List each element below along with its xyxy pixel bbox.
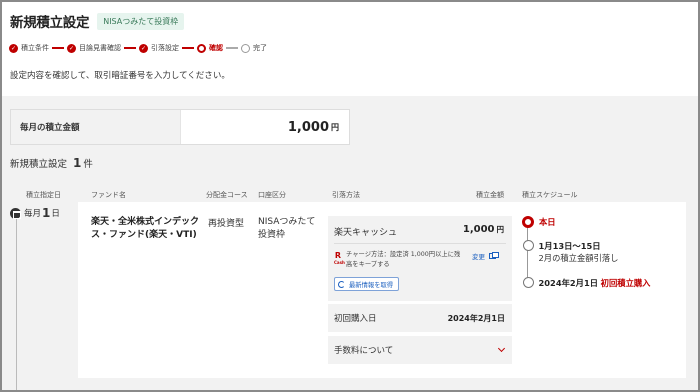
- day-suffix: 日: [51, 209, 60, 219]
- col-course: 分配金コース: [206, 191, 248, 199]
- col-day: 積立指定日: [26, 191, 61, 199]
- step-connector: [226, 47, 238, 49]
- current-step-icon: [197, 43, 206, 53]
- change-charge-link[interactable]: 変更: [472, 251, 499, 261]
- col-method: 引落方法: [332, 191, 360, 199]
- schedule-first-label: 初回積立購入: [600, 278, 651, 288]
- main-content: 毎月の積立金額 1,000 円 新規積立設定 1 件 積立指定日 ファンド名 分…: [2, 96, 698, 390]
- day-cell: 毎月 1 日: [10, 206, 60, 220]
- monthly-amount-label: 毎月の積立金額: [11, 110, 181, 144]
- count-number: 1: [73, 156, 82, 170]
- pending-step-icon: [241, 43, 250, 53]
- payment-method-box: 楽天キャッシュ 1,000 円 R Cash チャージ方法：設定済 1,000円…: [328, 216, 512, 301]
- schedule-first-purchase: 2024年2月1日 初回積立購入: [522, 277, 650, 289]
- step-label: 引落設定: [151, 44, 179, 52]
- rakuten-cash-logo-icon: R Cash: [334, 251, 345, 265]
- change-label: 変更: [472, 253, 485, 261]
- fund-name: 楽天・全米株式インデックス・ファンド(楽天・VTI): [91, 217, 200, 240]
- refresh-label: 最新情報を取得: [349, 281, 394, 289]
- monthly-amount-value: 1,000 円: [181, 110, 349, 144]
- payment-amount-unit: 円: [496, 225, 505, 234]
- schedule-first-date: 2024年2月1日: [538, 278, 599, 288]
- day-number: 1: [42, 206, 51, 220]
- charge-method-text: チャージ方法：設定済 1,000円以上に残高をキープする: [346, 251, 461, 268]
- row-timeline: [16, 214, 17, 390]
- col-schedule: 積立スケジュール: [522, 191, 578, 199]
- divider: [334, 243, 506, 244]
- app-frame: 新規積立設定 NISAつみたて投資枠 ✓ 積立条件 ✓ 目論見書確認 ✓ 引落設…: [2, 2, 698, 390]
- count-prefix: 新規積立設定: [10, 159, 68, 170]
- monthly-amount-unit: 円: [331, 122, 339, 132]
- payment-method-name: 楽天キャッシュ: [334, 228, 398, 238]
- check-icon: ✓: [67, 43, 76, 53]
- col-amount: 積立金額: [476, 191, 504, 199]
- schedule-point-icon: [522, 277, 534, 288]
- current-point-icon: [522, 216, 534, 228]
- schedule-range-note: 2月の積立金額引落し: [538, 253, 619, 263]
- refresh-icon: [338, 280, 345, 288]
- progress-steps: ✓ 積立条件 ✓ 目論見書確認 ✓ 引落設定 確認 完了: [9, 43, 267, 53]
- day-prefix: 毎月: [24, 209, 42, 219]
- calendar-icon: [10, 207, 21, 219]
- schedule-withdrawal: 1月13日〜15日 2月の積立金額引落し: [522, 240, 618, 264]
- step-label: 目論見書確認: [79, 44, 121, 52]
- check-icon: ✓: [139, 43, 148, 53]
- chevron-down-icon: [497, 344, 506, 353]
- schedule-point-icon: [522, 240, 534, 251]
- schedule-today: 本日: [522, 216, 556, 228]
- fee-accordion[interactable]: 手数料について: [328, 336, 512, 364]
- step-connector: [182, 47, 194, 49]
- payment-amount-number: 1,000: [462, 224, 495, 235]
- monthly-amount-number: 1,000: [287, 119, 329, 135]
- account-type-tag: NISAつみたて投資枠: [97, 12, 185, 30]
- instruction-text: 設定内容を確認して、取引暗証番号を入力してください。: [10, 71, 230, 81]
- schedule-range: 1月13日〜15日: [538, 241, 601, 251]
- first-purchase-box: 初回購入日 2024年2月1日: [328, 304, 512, 332]
- header: 新規積立設定 NISAつみたて投資枠: [10, 11, 185, 31]
- step-label: 完了: [253, 44, 267, 52]
- external-link-icon: [489, 251, 499, 259]
- page-title: 新規積立設定: [10, 15, 90, 31]
- col-fund: ファンド名: [91, 191, 126, 199]
- check-icon: ✓: [9, 43, 18, 53]
- dividend-course: 再投資型: [208, 219, 245, 229]
- table-row: 楽天・全米株式インデックス・ファンド(楽天・VTI) 再投資型 NISAつみたて…: [78, 202, 686, 378]
- step-complete: 完了: [241, 43, 267, 53]
- step-connector: [52, 47, 64, 49]
- step-label: 確認: [209, 44, 223, 52]
- step-withdrawal: ✓ 引落設定: [139, 43, 179, 53]
- step-label: 積立条件: [21, 44, 49, 52]
- payment-amount: 1,000 円: [463, 224, 504, 235]
- first-purchase-label: 初回購入日: [334, 314, 377, 324]
- fee-label: 手数料について: [334, 346, 394, 356]
- step-conditions: ✓ 積立条件: [9, 43, 49, 53]
- step-prospectus: ✓ 目論見書確認: [67, 43, 121, 53]
- schedule-today-label: 本日: [539, 217, 556, 227]
- col-account: 口座区分: [258, 191, 286, 199]
- first-purchase-date: 2024年2月1日: [447, 313, 505, 323]
- monthly-amount-box: 毎月の積立金額 1,000 円: [10, 109, 350, 145]
- count-suffix: 件: [83, 159, 93, 170]
- account-type: NISAつみたて投資枠: [258, 217, 316, 240]
- settings-count: 新規積立設定 1 件: [10, 156, 93, 170]
- refresh-info-button[interactable]: 最新情報を取得: [334, 277, 400, 291]
- step-confirm: 確認: [197, 43, 223, 53]
- step-connector: [124, 47, 136, 49]
